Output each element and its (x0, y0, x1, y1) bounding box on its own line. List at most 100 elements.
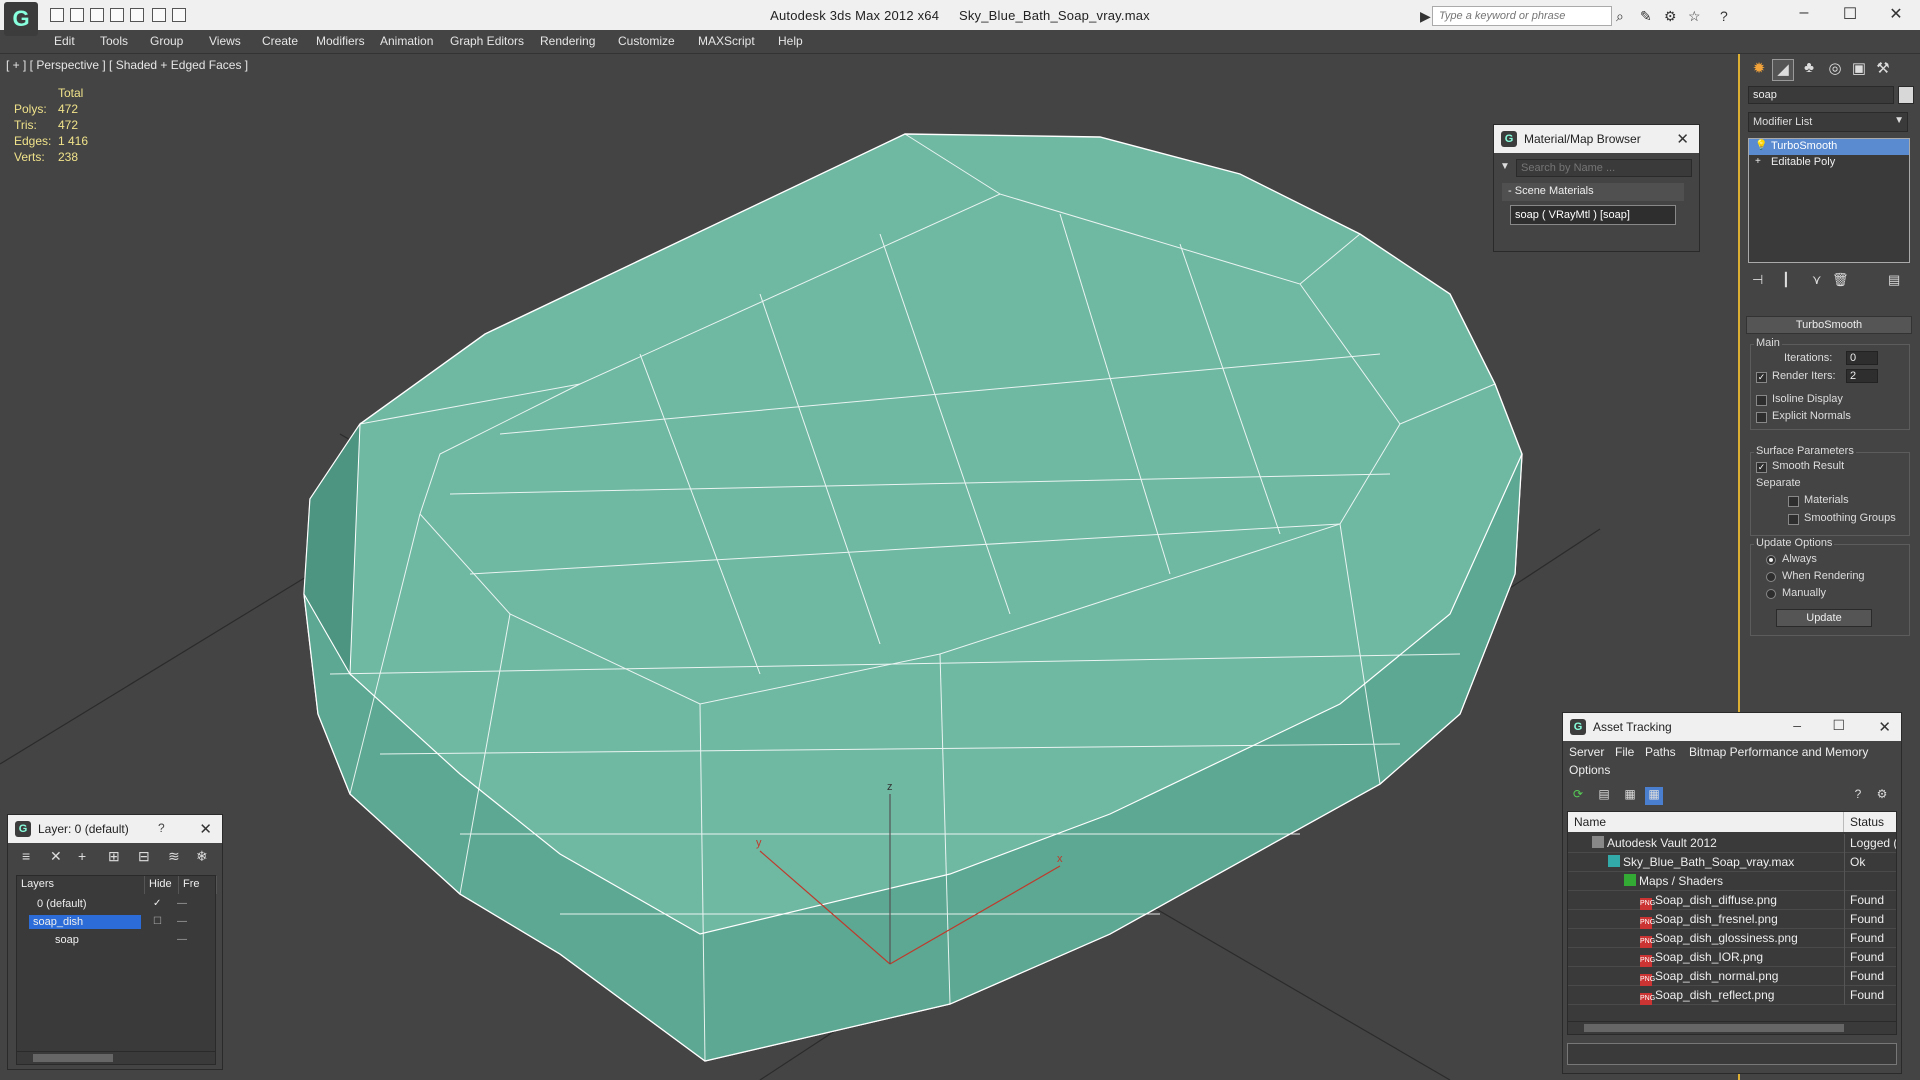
modifier-list-dropdown[interactable]: Modifier List ▼ (1748, 112, 1908, 132)
settings-icon[interactable]: ⚙ (1873, 787, 1891, 805)
asset-row[interactable]: PNGSoap_dish_fresnel.png Found (1568, 910, 1896, 929)
layers-column-header[interactable]: Layers (17, 876, 145, 894)
close-window-button[interactable]: ✕ (1876, 4, 1916, 26)
active-box-icon[interactable]: ☐ (153, 916, 162, 927)
scene-materials-section[interactable]: - Scene Materials (1502, 183, 1684, 201)
menu-graph-editors[interactable]: Graph Editors (450, 34, 524, 48)
menu-edit[interactable]: Edit (54, 34, 75, 48)
app-logo-button[interactable]: G (4, 2, 38, 36)
menu-help[interactable]: Help (778, 34, 803, 48)
menu-group[interactable]: Group (150, 34, 183, 48)
hide-column-header[interactable]: Hide (145, 876, 179, 894)
layer-manager-titlebar[interactable]: G Layer: 0 (default) ? ✕ (8, 815, 222, 843)
menu-options[interactable]: Options (1569, 763, 1610, 777)
stack-item-turbosmooth[interactable]: 💡 TurboSmooth (1749, 139, 1909, 155)
asset-row[interactable]: Maps / Shaders (1568, 872, 1896, 891)
asset-row[interactable]: Autodesk Vault 2012 Logged ( (1568, 834, 1896, 853)
menu-bitmap-performance[interactable]: Bitmap Performance and Memory (1689, 745, 1868, 759)
table-view-icon[interactable]: ▦ (1645, 787, 1663, 805)
active-check-icon[interactable]: ✓ (153, 898, 161, 909)
menu-paths[interactable]: Paths (1645, 745, 1676, 759)
help-icon[interactable]: ? (1849, 787, 1867, 805)
menu-server[interactable]: Server (1569, 745, 1604, 759)
render-iters-spinner[interactable]: 2 (1846, 369, 1878, 383)
always-radio[interactable] (1766, 555, 1776, 565)
horizontal-scrollbar[interactable] (1567, 1021, 1897, 1035)
expand-search-icon[interactable]: ▶ (1420, 8, 1431, 25)
keyword-search-input[interactable] (1432, 6, 1612, 26)
object-color-swatch[interactable] (1898, 86, 1914, 104)
hide-toggle[interactable]: — (177, 898, 187, 909)
asset-row[interactable]: PNGSoap_dish_glossiness.png Found (1568, 929, 1896, 948)
close-icon[interactable]: ✕ (199, 820, 212, 838)
freeze-all-icon[interactable]: ❄ (196, 848, 208, 865)
refresh-icon[interactable]: ⟳ (1569, 787, 1587, 805)
layer-row[interactable]: soap — (17, 932, 215, 950)
show-end-result-icon[interactable]: ┃ (1782, 272, 1790, 288)
object-name-field[interactable] (1748, 86, 1894, 104)
highlight-layer-icon[interactable]: ⊟ (138, 848, 150, 865)
scrollbar-thumb[interactable] (1584, 1024, 1844, 1032)
smooth-result-checkbox[interactable]: ✓ (1756, 462, 1767, 473)
new-layer-icon[interactable]: ≡ (22, 848, 30, 864)
turbosmooth-rollout-header[interactable]: TurboSmooth (1746, 316, 1912, 334)
asset-row[interactable]: PNGSoap_dish_normal.png Found (1568, 967, 1896, 986)
modify-tab-icon[interactable]: ◢ (1772, 59, 1794, 81)
menu-file[interactable]: File (1615, 745, 1634, 759)
options-dropdown-icon[interactable]: ▼ (1500, 161, 1510, 172)
add-to-layer-icon[interactable]: + (78, 848, 86, 864)
lightbulb-icon[interactable]: 💡 (1755, 140, 1767, 151)
asset-row[interactable]: PNGSoap_dish_reflect.png Found (1568, 986, 1896, 1005)
render-iters-checkbox[interactable]: ✓ (1756, 372, 1767, 383)
viewport-label[interactable]: [ + ] [ Perspective ] [ Shaded + Edged F… (6, 58, 248, 72)
close-icon[interactable]: ✕ (1676, 130, 1689, 148)
display-tab-icon[interactable]: ▣ (1848, 59, 1870, 81)
help-icon[interactable]: ? (1720, 8, 1728, 24)
menu-customize[interactable]: Customize (618, 34, 675, 48)
asset-tracking-titlebar[interactable]: G Asset Tracking – ☐ ✕ (1563, 713, 1901, 741)
menu-animation[interactable]: Animation (380, 34, 433, 48)
favorites-star-icon[interactable]: ☆ (1688, 8, 1701, 25)
menu-rendering[interactable]: Rendering (540, 34, 595, 48)
close-icon[interactable]: ✕ (1878, 718, 1891, 736)
minimize-icon[interactable]: – (1793, 717, 1801, 733)
menu-views[interactable]: Views (209, 34, 241, 48)
material-search-input[interactable] (1516, 159, 1692, 177)
pin-stack-icon[interactable]: ⊣ (1752, 272, 1763, 288)
freeze-column-header[interactable]: Fre (179, 876, 217, 894)
menu-create[interactable]: Create (262, 34, 298, 48)
hide-all-icon[interactable]: ≋ (168, 848, 180, 865)
manually-radio[interactable] (1766, 589, 1776, 599)
maximize-icon[interactable]: ☐ (1832, 717, 1845, 734)
explicit-normals-checkbox[interactable] (1756, 412, 1767, 423)
configure-sets-icon[interactable]: ▤ (1888, 272, 1900, 288)
material-browser-titlebar[interactable]: G Material/Map Browser ✕ (1494, 125, 1699, 153)
material-item-soap[interactable]: soap ( VRayMtl ) [soap] (1510, 205, 1676, 225)
binoculars-icon[interactable]: ⌕ (1616, 8, 1624, 25)
materials-checkbox[interactable] (1788, 496, 1799, 507)
details-view-icon[interactable]: ▦ (1621, 787, 1639, 805)
list-view-icon[interactable]: ▤ (1595, 787, 1613, 805)
asset-row[interactable]: PNGSoap_dish_diffuse.png Found (1568, 891, 1896, 910)
update-button[interactable]: Update (1776, 609, 1872, 627)
delete-layer-icon[interactable]: ✕ (50, 848, 62, 865)
menu-tools[interactable]: Tools (100, 34, 128, 48)
name-column-header[interactable]: Name (1568, 812, 1844, 832)
menu-modifiers[interactable]: Modifiers (316, 34, 365, 48)
soap-mesh[interactable] (303, 133, 1523, 1062)
perspective-viewport[interactable]: y x z [ + ] [ Perspective ] [ Shaded + E… (0, 54, 1740, 1080)
help-icon[interactable]: ? (158, 821, 165, 835)
scrollbar-thumb[interactable] (33, 1054, 113, 1062)
smoothing-groups-checkbox[interactable] (1788, 514, 1799, 525)
minimize-button[interactable]: – (1784, 4, 1824, 26)
hierarchy-tab-icon[interactable]: ♣ (1798, 59, 1820, 81)
maximize-button[interactable]: ☐ (1830, 4, 1870, 26)
isoline-display-checkbox[interactable] (1756, 395, 1767, 406)
iterations-spinner[interactable]: 0 (1846, 351, 1878, 365)
remove-modifier-icon[interactable]: 🗑 (1832, 272, 1849, 288)
utilities-tab-icon[interactable]: ⚒ (1872, 59, 1894, 81)
asset-row[interactable]: PNGSoap_dish_IOR.png Found (1568, 948, 1896, 967)
hide-toggle[interactable]: — (177, 916, 187, 927)
motion-tab-icon[interactable]: ◎ (1824, 59, 1846, 81)
select-objects-icon[interactable]: ⊞ (108, 848, 120, 865)
